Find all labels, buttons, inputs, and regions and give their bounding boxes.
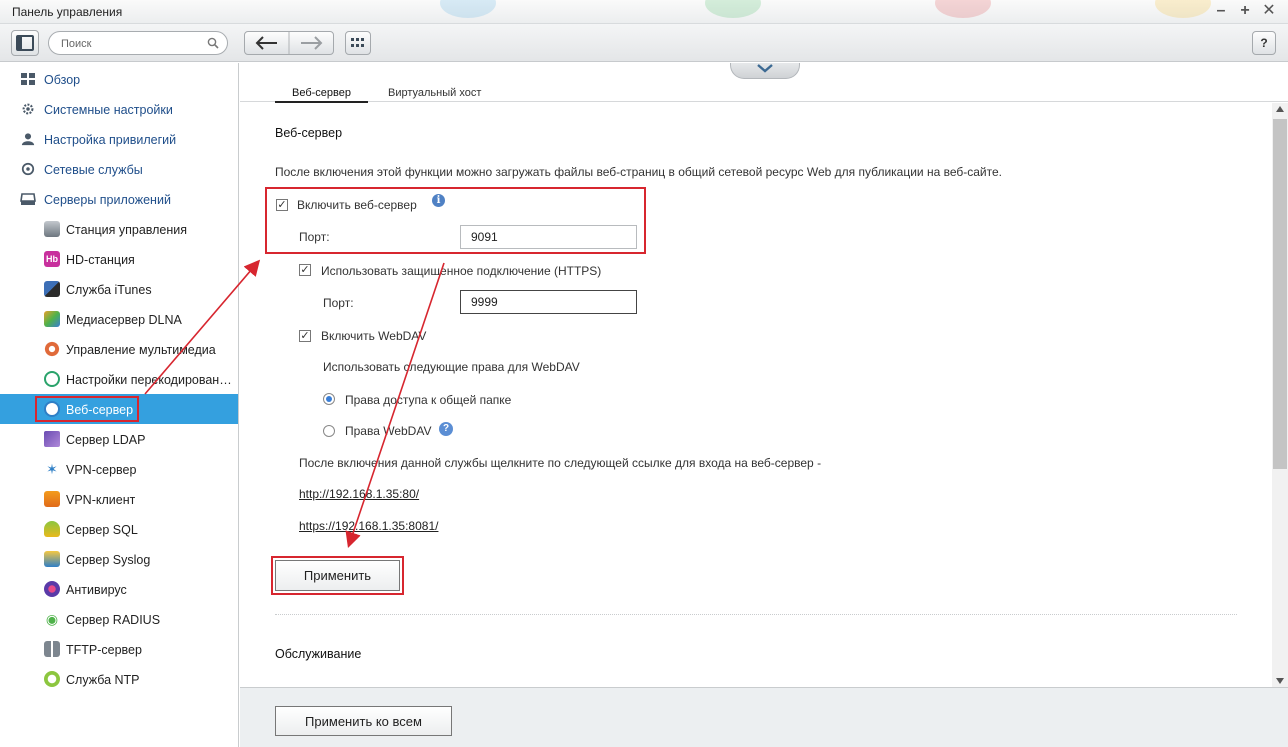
annotation-arrows <box>35 259 445 549</box>
